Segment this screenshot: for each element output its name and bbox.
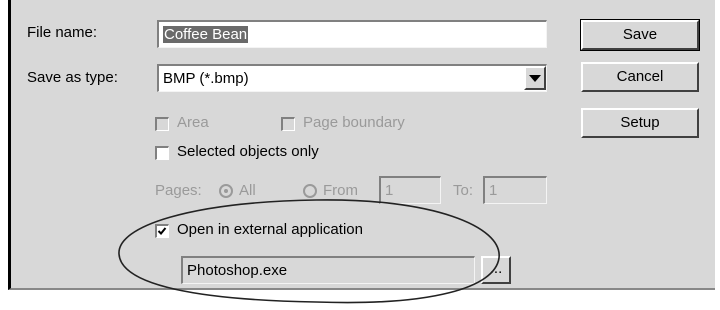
area-label: Area: [177, 114, 209, 131]
pages-to-value: 1: [489, 182, 498, 199]
external-app-label: Open in external application: [177, 221, 363, 238]
save-as-type-value: BMP (*.bmp): [163, 70, 249, 87]
save-as-type-label: Save as type:: [27, 69, 118, 86]
file-name-label: File name:: [27, 24, 98, 41]
pages-from-input[interactable]: 1: [379, 176, 441, 204]
cancel-button[interactable]: Cancel: [581, 62, 699, 92]
external-app-path-input[interactable]: Photoshop.exe: [181, 256, 475, 284]
page-boundary-label: Page boundary: [303, 114, 405, 131]
pages-from-label: From: [323, 182, 358, 199]
dropdown-button[interactable]: [524, 66, 546, 90]
file-name-input[interactable]: Coffee Bean: [157, 20, 547, 48]
save-button[interactable]: Save: [580, 19, 700, 51]
pages-to-input[interactable]: 1: [483, 176, 547, 204]
external-app-checkbox[interactable]: [155, 224, 169, 238]
pages-from-radio[interactable]: [303, 184, 317, 198]
chevron-down-icon: [529, 75, 541, 82]
pages-all-radio[interactable]: [219, 184, 233, 198]
pages-to-label: To:: [453, 182, 474, 199]
pages-from-value: 1: [385, 182, 394, 199]
external-app-path-value: Photoshop.exe: [187, 262, 288, 279]
highlight-ellipse: [118, 199, 500, 304]
selected-objects-checkbox[interactable]: [155, 146, 169, 160]
selected-objects-label: Selected objects only: [177, 143, 319, 160]
save-dialog: File name: Coffee Bean Save as type: BMP…: [8, 0, 715, 304]
browse-button[interactable]: ...: [481, 256, 511, 284]
pages-label: Pages:: [155, 182, 202, 199]
setup-button[interactable]: Setup: [581, 108, 699, 138]
save-as-type-select[interactable]: BMP (*.bmp): [157, 64, 547, 92]
file-name-value: Coffee Bean: [163, 26, 249, 43]
area-checkbox[interactable]: [155, 117, 169, 131]
pages-all-label: All: [239, 182, 256, 199]
checkmark-icon: [157, 227, 167, 235]
page-boundary-checkbox[interactable]: [281, 117, 295, 131]
